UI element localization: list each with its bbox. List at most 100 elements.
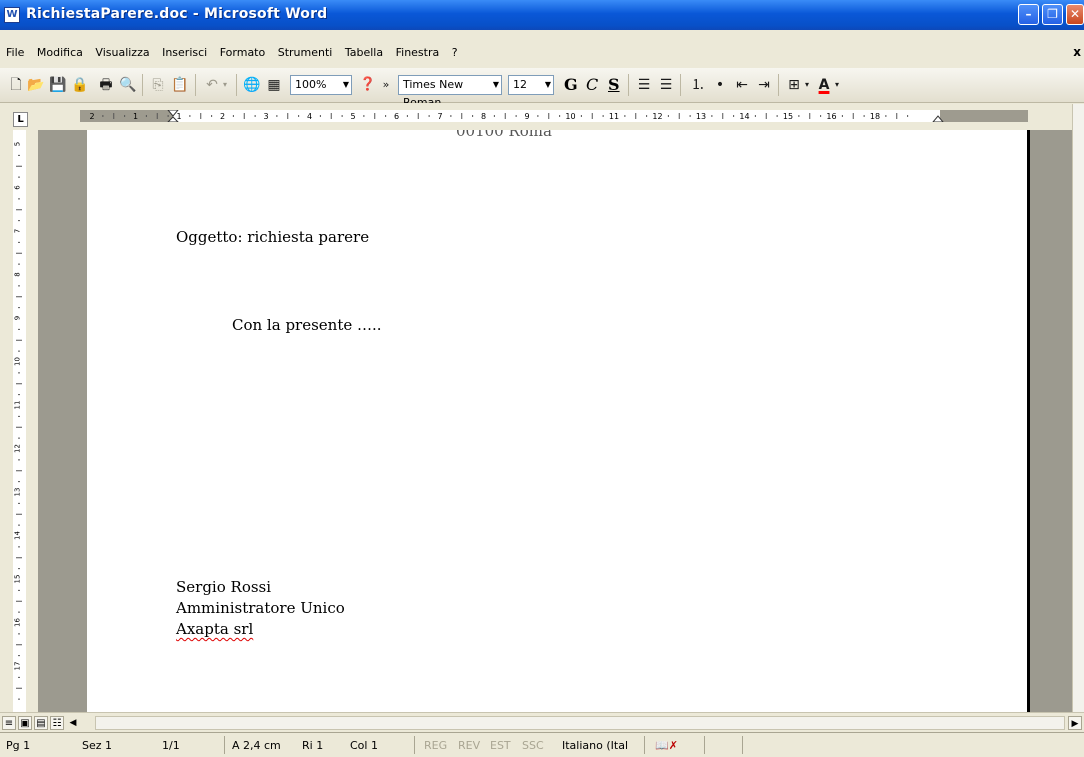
menu-inserisci[interactable]: Inserisci [162,46,207,59]
ruler-label: 16 [826,112,836,121]
undo-dropdown-icon[interactable]: ▾ [220,75,230,95]
italic-button[interactable]: C [586,75,598,95]
ruler-tick [385,115,387,117]
ruler-tick [591,113,593,119]
print-preview-icon[interactable]: 🔍 [118,75,138,95]
align-left-icon[interactable]: ☰ [634,75,654,95]
close-icon: ✕ [1069,7,1081,21]
align-justify-icon[interactable]: ☰ [656,75,676,95]
paste-icon[interactable]: 📋 [170,75,190,95]
vertical-scrollbar[interactable] [1072,104,1084,712]
chevron-down-icon: ▼ [342,80,349,89]
status-separator [224,736,225,754]
chevron-down-icon[interactable]: ▾ [802,75,812,95]
vertical-ruler-tick [18,307,20,309]
vertical-ruler-label: 7 [14,229,22,233]
ruler-tick [472,115,474,117]
restore-button[interactable]: ❐ [1042,4,1063,25]
vertical-ruler-label: 9 [14,316,22,320]
status-language[interactable]: Italiano (Ital [562,739,628,752]
open-folder-icon[interactable]: 📂 [26,75,46,95]
ruler-tick [341,115,343,117]
underline-button[interactable]: S [608,75,620,95]
spelling-check-icon[interactable]: 📖✗ [655,739,678,752]
new-document-icon[interactable]: 🗋 [6,75,26,95]
status-page: Pg 1 [6,739,31,752]
vertical-ruler-tick [18,589,20,591]
close-document-icon[interactable]: x [1073,45,1081,59]
save-icon[interactable]: 💾 [48,75,68,95]
ruler-label: 9 [524,112,529,121]
menu-finestra[interactable]: Finestra [396,46,440,59]
font-color-button[interactable]: A [814,75,834,95]
vertical-ruler-tick [18,350,20,352]
vertical-ruler-tick [16,339,22,341]
print-layout-icon[interactable]: ▤ [34,716,48,730]
ruler-strip[interactable]: 2 1 1 2 3 4 5 6 7 8 9 10 11 12 13 14 15 16 18 [80,110,1028,122]
bold-button[interactable]: G [564,75,578,95]
minimize-icon: – [1025,7,1032,21]
ruler-tick [776,115,778,117]
menu-formato[interactable]: Formato [220,46,266,59]
chevron-down-icon: ▼ [492,80,499,89]
status-rec[interactable]: REG [424,739,447,752]
right-indent-marker[interactable] [932,115,944,122]
vertical-ruler-tick [18,655,20,657]
menu-tabella[interactable]: Tabella [345,46,383,59]
help-icon[interactable]: ❓ [358,75,378,95]
normal-view-icon[interactable]: ≡ [2,716,16,730]
scroll-right-icon[interactable]: ▶ [1068,716,1082,730]
undo-icon[interactable]: ↶ [202,75,222,95]
vertical-ruler-tick [18,568,20,570]
document-area[interactable]: 00100 Roma Oggetto: richiesta parere Con… [38,130,1072,712]
ruler-label: 18 [870,112,880,121]
status-ext[interactable]: EST [490,739,511,752]
ruler-tick [580,115,582,117]
close-button[interactable]: ✕ [1066,4,1084,25]
outline-view-icon[interactable]: ☷ [50,716,64,730]
status-separator [644,736,645,754]
copy-icon[interactable]: ⎘ [148,75,168,95]
bulleted-list-icon[interactable]: • [710,75,730,95]
status-separator [742,736,743,754]
status-rev[interactable]: REV [458,739,480,752]
web-layout-icon[interactable]: ▣ [18,716,32,730]
chevron-down-icon[interactable]: ▾ [832,75,842,95]
font-size-select[interactable]: 12 ▼ [508,75,554,95]
scroll-left-icon[interactable]: ◀ [66,716,80,730]
numbered-list-icon[interactable]: ⒈ [688,75,708,95]
word-app-icon[interactable]: W [4,7,20,23]
zoom-select[interactable]: 100% ▼ [290,75,352,95]
ruler-tick [330,113,332,119]
vertical-ruler-tick [18,220,20,222]
menu-visualizza[interactable]: Visualizza [95,46,149,59]
ruler-label: 6 [394,112,399,121]
hyperlink-icon[interactable]: 🌐 [242,75,262,95]
vertical-ruler-tick [16,513,22,515]
font-name-select[interactable]: Times New Roman ▼ [398,75,502,109]
toolbar-options-icon[interactable]: » [380,75,392,95]
table-icon[interactable]: ▦ [264,75,284,95]
tab-selector[interactable]: L [13,112,28,127]
increase-indent-icon[interactable]: ⇥ [754,75,774,95]
ruler-tick [461,113,463,119]
menu-help[interactable]: ? [452,46,458,59]
vertical-ruler-label: 11 [14,401,22,410]
status-ovr[interactable]: SSC [522,739,544,752]
menu-strumenti[interactable]: Strumenti [278,46,333,59]
status-separator [414,736,415,754]
horizontal-scrollbar[interactable] [95,716,1065,730]
ruler-tick [102,115,104,117]
permission-icon[interactable]: 🔒 [70,75,90,95]
menu-modifica[interactable]: Modifica [37,46,83,59]
ruler-tick [841,115,843,117]
decrease-indent-icon[interactable]: ⇤ [732,75,752,95]
print-icon[interactable]: 🖶 [96,75,116,95]
document-page[interactable]: 00100 Roma Oggetto: richiesta parere Con… [87,130,1030,712]
title-bar[interactable]: W RichiestaParere.doc - Microsoft Word –… [0,0,1084,30]
minimize-button[interactable]: – [1018,4,1039,25]
vertical-ruler-tick [18,546,20,548]
menu-file[interactable]: File [6,46,24,59]
borders-icon[interactable]: ⊞ [784,75,804,95]
ruler-tick [678,113,680,119]
